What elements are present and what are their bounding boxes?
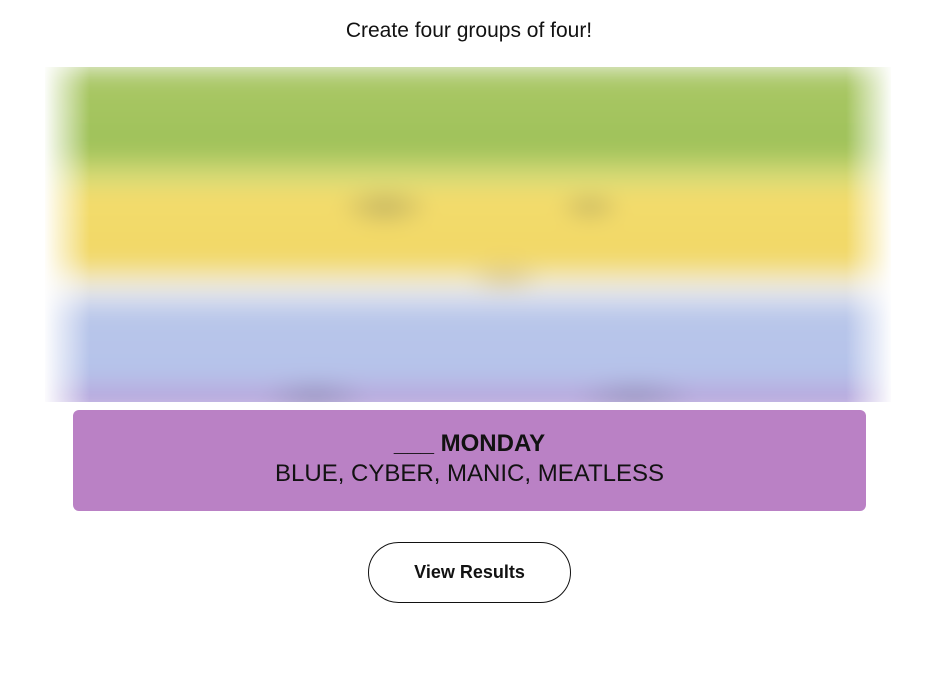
solved-group-purple: ___ MONDAY BLUE, CYBER, MANIC, MEATLESS bbox=[73, 410, 866, 511]
blurred-board bbox=[45, 67, 891, 402]
board-fade-left bbox=[45, 67, 90, 402]
blurred-board-image bbox=[45, 67, 891, 402]
solved-group-title: ___ MONDAY bbox=[393, 430, 546, 457]
board-fade-right bbox=[846, 67, 891, 402]
solved-group-members: BLUE, CYBER, MANIC, MEATLESS bbox=[275, 460, 664, 487]
view-results-button[interactable]: View Results bbox=[368, 542, 571, 603]
instructions-text: Create four groups of four! bbox=[345, 19, 593, 42]
